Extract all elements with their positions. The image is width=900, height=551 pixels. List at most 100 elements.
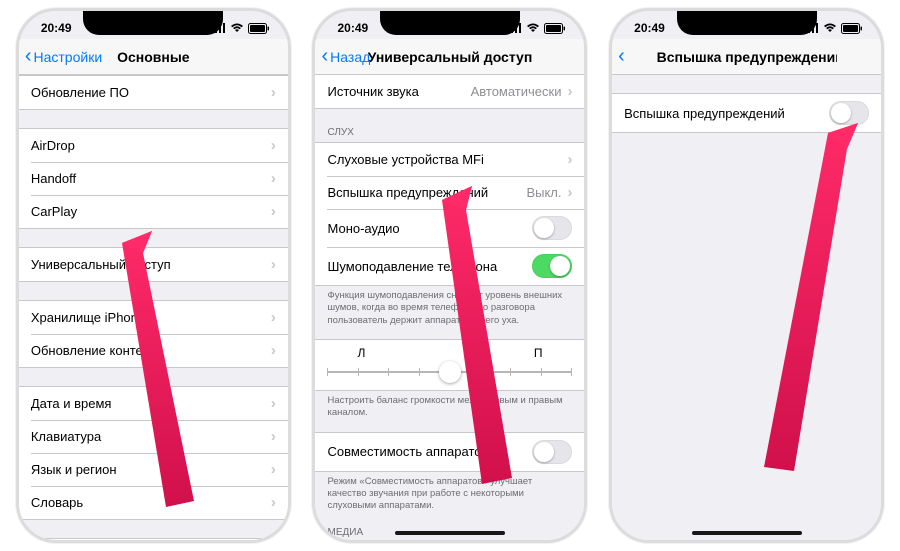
row-hearing-aid-compatibility[interactable]: Совместимость аппаратов [315, 433, 584, 471]
row-label: Вспышка предупреждений [624, 106, 785, 121]
noise-cancel-footer: Функция шумоподавления снижает уровень в… [315, 286, 584, 329]
row-led-flash-alerts[interactable]: Вспышка предупреждений Выкл. › [315, 176, 584, 209]
home-indicator[interactable] [395, 531, 505, 535]
slider-thumb[interactable] [439, 361, 461, 383]
nav-bar: ‹ Назад Универсальный доступ [315, 39, 584, 75]
chevron-left-icon: ‹ [618, 49, 625, 63]
nav-title: Универсальный доступ [368, 49, 533, 65]
chevron-left-icon: ‹ [25, 49, 32, 63]
chevron-right-icon: › [271, 137, 276, 154]
row-language-region[interactable]: Язык и регион › [19, 453, 288, 486]
chevron-left-icon: ‹ [321, 49, 328, 63]
row-label: Обновление ПО [31, 85, 129, 100]
chevron-right-icon: › [271, 428, 276, 445]
toggle-compatibility[interactable] [532, 440, 572, 464]
section-hearing-header: СЛУХ [315, 123, 584, 142]
row-airdrop[interactable]: AirDrop › [19, 129, 288, 162]
chevron-right-icon: › [271, 170, 276, 187]
back-button[interactable]: ‹ [618, 51, 625, 63]
row-label: Слуховые устройства MFi [327, 152, 483, 167]
row-label: Хранилище iPhone [31, 310, 145, 325]
row-keyboard[interactable]: Клавиатура › [19, 420, 288, 453]
nav-bar: ‹ Настройки Основные [19, 39, 288, 75]
row-accessibility[interactable]: Универсальный доступ › [19, 248, 288, 281]
chevron-right-icon: › [567, 151, 572, 168]
chevron-right-icon: › [271, 203, 276, 220]
notch [83, 11, 223, 35]
chevron-right-icon: › [567, 184, 572, 201]
back-label: Назад [330, 49, 370, 65]
row-label: Источник звука [327, 84, 418, 99]
row-value: Автоматически [471, 84, 562, 99]
row-label: Дата и время [31, 396, 112, 411]
row-label: Словарь [31, 495, 83, 510]
nav-title: Основные [117, 49, 190, 65]
balance-footer: Настроить баланс громкости между левым и… [315, 391, 584, 422]
status-time: 20:49 [634, 21, 665, 35]
row-storage[interactable]: Хранилище iPhone › [19, 301, 288, 334]
row-software-update[interactable]: Обновление ПО › [19, 76, 288, 109]
chevron-right-icon: › [271, 256, 276, 273]
row-label: Моно-аудио [327, 221, 399, 236]
phone-led-flash: 20:49 ‹ Вспышка предупреждений Вспышка п… [609, 8, 884, 543]
row-label: Шумоподавление телефона [327, 259, 497, 274]
row-handoff[interactable]: Handoff › [19, 162, 288, 195]
phone-general-settings: 20:49 ‹ Настройки Основные Обновление ПО… [16, 8, 291, 543]
toggle-led-flash[interactable] [829, 101, 869, 125]
balance-slider-row: Л П [315, 340, 584, 390]
row-noise-cancellation[interactable]: Шумоподавление телефона [315, 247, 584, 285]
row-hearing-devices[interactable]: Слуховые устройства MFi › [315, 143, 584, 176]
row-label: Совместимость аппаратов [327, 444, 488, 459]
battery-icon [841, 23, 863, 34]
nav-title: Вспышка предупреждений [657, 49, 837, 65]
back-button[interactable]: ‹ Назад [321, 49, 370, 65]
row-carplay[interactable]: CarPlay › [19, 195, 288, 228]
balance-left-label: Л [357, 346, 365, 360]
row-sound-source[interactable]: Источник звука Автоматически › [315, 75, 584, 108]
compat-footer: Режим «Совместимость аппаратов» улучшает… [315, 472, 584, 515]
phone-accessibility: 20:49 ‹ Назад Универсальный доступ Источ… [312, 8, 587, 543]
row-date-time[interactable]: Дата и время › [19, 387, 288, 420]
back-label: Настройки [34, 49, 103, 65]
wifi-icon [823, 23, 837, 33]
row-label: Обновление контента [31, 343, 163, 358]
balance-slider[interactable] [327, 362, 572, 382]
chevron-right-icon: › [271, 342, 276, 359]
row-value: Выкл. [526, 185, 561, 200]
chevron-right-icon: › [567, 83, 572, 100]
wifi-icon [526, 23, 540, 33]
battery-icon [248, 23, 270, 34]
row-label: Универсальный доступ [31, 257, 171, 272]
row-label: Клавиатура [31, 429, 101, 444]
battery-icon [544, 23, 566, 34]
row-itunes-wifi-sync[interactable]: Синхронизация с iTunes по Wi-Fi › [19, 539, 288, 540]
wifi-icon [230, 23, 244, 33]
row-label: Handoff [31, 171, 76, 186]
status-time: 20:49 [41, 21, 72, 35]
row-led-flash-toggle[interactable]: Вспышка предупреждений [612, 94, 881, 132]
row-label: Вспышка предупреждений [327, 185, 488, 200]
row-label: Язык и регион [31, 462, 117, 477]
notch [677, 11, 817, 35]
content-scroll[interactable]: Вспышка предупреждений [612, 75, 881, 540]
chevron-right-icon: › [271, 309, 276, 326]
chevron-right-icon: › [271, 84, 276, 101]
chevron-right-icon: › [271, 461, 276, 478]
notch [380, 11, 520, 35]
toggle-noise-cancellation[interactable] [532, 254, 572, 278]
row-background-refresh[interactable]: Обновление контента › [19, 334, 288, 367]
content-scroll[interactable]: Источник звука Автоматически › СЛУХ Слухо… [315, 75, 584, 540]
chevron-right-icon: › [271, 494, 276, 511]
content-scroll[interactable]: Обновление ПО › AirDrop › Handoff › CarP… [19, 75, 288, 540]
row-label: CarPlay [31, 204, 77, 219]
balance-right-label: П [534, 346, 543, 360]
status-time: 20:49 [337, 21, 368, 35]
home-indicator[interactable] [692, 531, 802, 535]
back-button[interactable]: ‹ Настройки [25, 49, 102, 65]
row-dictionary[interactable]: Словарь › [19, 486, 288, 519]
chevron-right-icon: › [271, 395, 276, 412]
row-mono-audio[interactable]: Моно-аудио [315, 209, 584, 247]
nav-bar: ‹ Вспышка предупреждений [612, 39, 881, 75]
toggle-mono-audio[interactable] [532, 216, 572, 240]
row-label: AirDrop [31, 138, 75, 153]
